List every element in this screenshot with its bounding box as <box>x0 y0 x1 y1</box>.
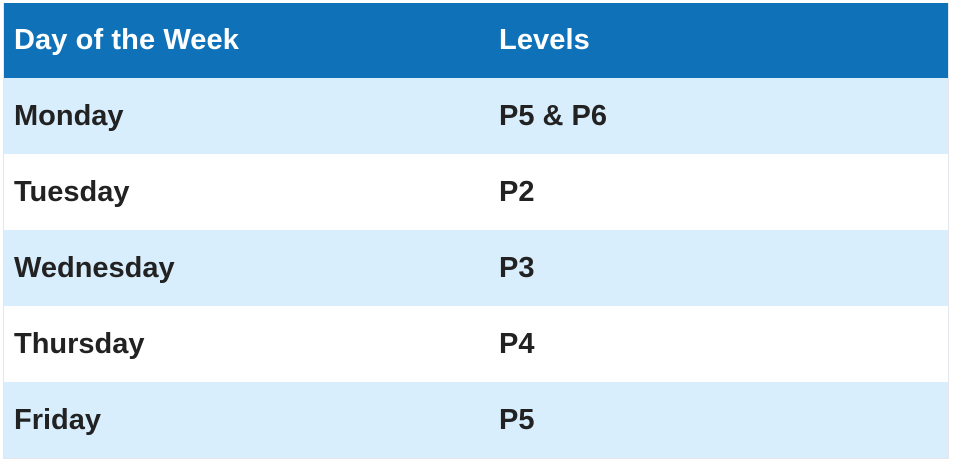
day-cell: Monday <box>14 99 124 132</box>
schedule-table: Day of the Week Levels Monday P5 & P6 Tu… <box>4 3 948 458</box>
levels-cell: P3 <box>499 251 535 284</box>
table-header: Day of the Week Levels <box>4 3 948 78</box>
table-row: Friday P5 <box>4 382 948 458</box>
day-cell: Thursday <box>14 327 145 360</box>
day-cell: Tuesday <box>14 175 130 208</box>
levels-cell: P5 <box>499 403 535 436</box>
table-row: Tuesday P2 <box>4 154 948 230</box>
header-levels: Levels <box>499 24 590 56</box>
schedule-table-container: Day of the Week Levels Monday P5 & P6 Tu… <box>3 3 949 459</box>
header-day-of-week: Day of the Week <box>14 24 239 56</box>
table-row: Monday P5 & P6 <box>4 78 948 154</box>
day-cell: Friday <box>14 403 102 436</box>
table-row: Wednesday P3 <box>4 230 948 306</box>
header-row: Day of the Week Levels <box>4 3 948 78</box>
levels-cell: P4 <box>499 327 535 360</box>
levels-cell: P5 & P6 <box>499 99 607 132</box>
levels-cell: P2 <box>499 175 535 208</box>
table-body: Monday P5 & P6 Tuesday P2 Wednesday P3 T… <box>4 78 948 458</box>
table-row: Thursday P4 <box>4 306 948 382</box>
day-cell: Wednesday <box>14 251 175 284</box>
